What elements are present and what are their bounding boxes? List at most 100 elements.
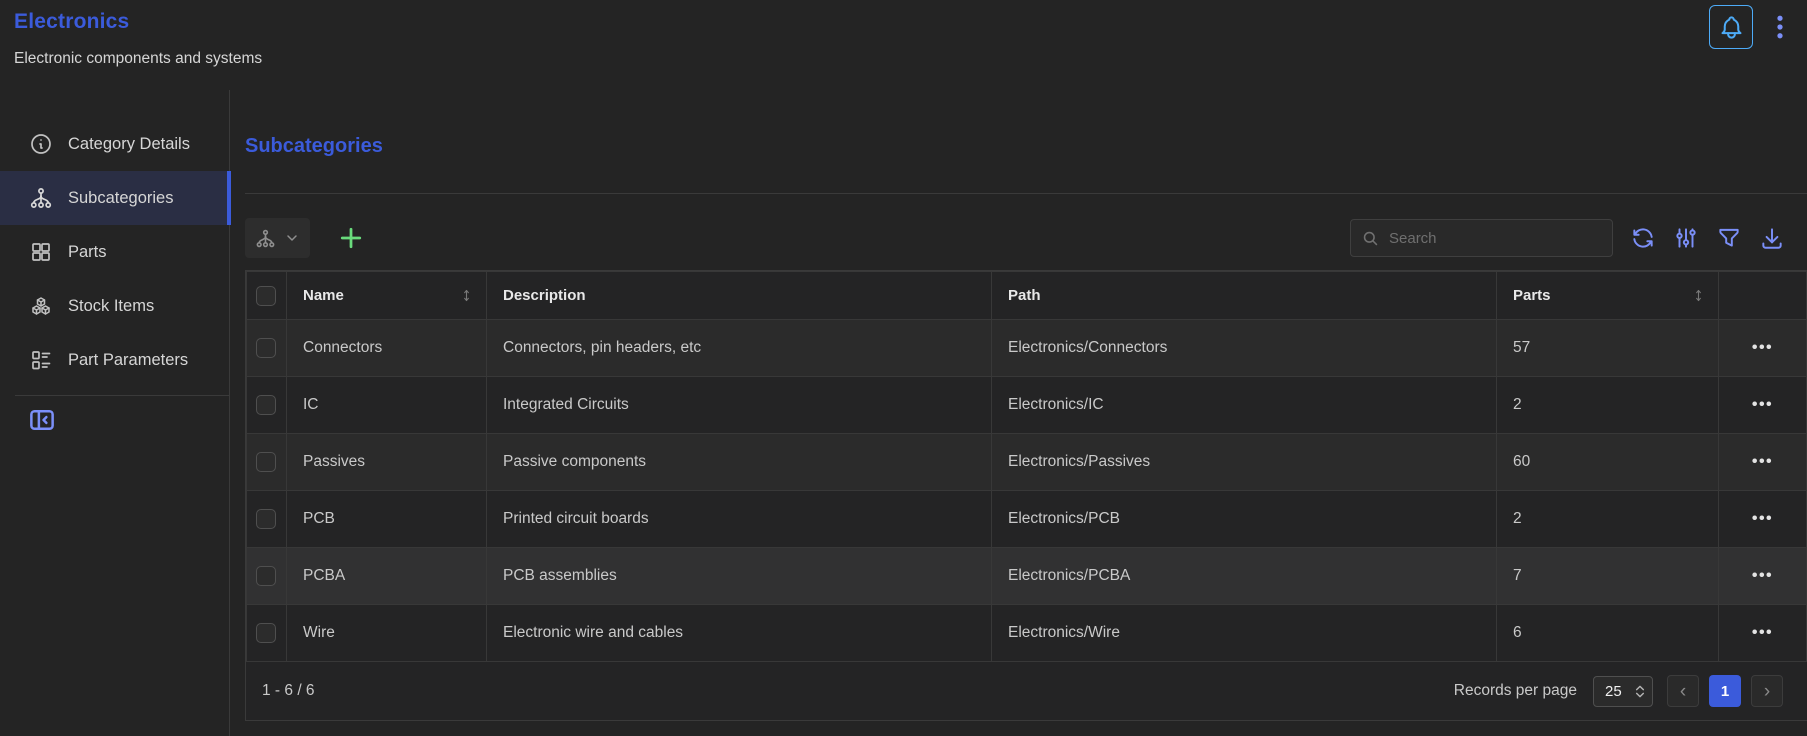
cell-parts: 6 <box>1497 605 1719 662</box>
download-icon <box>1759 225 1785 251</box>
sidebar-item-category-details[interactable]: Category Details <box>0 117 229 171</box>
cell-path: Electronics/Wire <box>992 605 1497 662</box>
cell-name: Wire <box>287 605 487 662</box>
previous-page-button[interactable]: ‹ <box>1667 675 1699 707</box>
cell-parts: 60 <box>1497 434 1719 491</box>
adjustments-icon <box>1673 225 1699 251</box>
subcategories-table: Name Description <box>245 270 1807 721</box>
column-header-name[interactable]: Name <box>287 272 487 320</box>
sidebar-item-parts[interactable]: Parts <box>0 225 229 279</box>
download-button[interactable] <box>1759 225 1785 251</box>
row-actions-button[interactable]: ••• <box>1752 339 1773 357</box>
cell-name: PCBA <box>287 548 487 605</box>
row-actions-button[interactable]: ••• <box>1752 396 1773 414</box>
table-row[interactable]: Passives Passive components Electronics/… <box>247 434 1807 491</box>
sort-selector-icon[interactable] <box>1691 288 1706 303</box>
sidebar-collapse-icon <box>27 405 57 435</box>
tree-view-dropdown-button[interactable] <box>245 218 310 258</box>
records-per-page-label: Records per page <box>1454 682 1577 700</box>
next-page-button[interactable]: › <box>1751 675 1783 707</box>
sidebar: Category Details Subcategories <box>0 90 230 736</box>
row-checkbox[interactable] <box>256 566 276 586</box>
list-details-icon <box>29 348 53 372</box>
app-window: Electronics Electronic components and sy… <box>0 0 1807 736</box>
sidebar-item-label: Stock Items <box>68 297 154 316</box>
grid-icon <box>29 240 53 264</box>
filter-button[interactable] <box>1716 225 1742 251</box>
sidebar-collapse-button[interactable] <box>25 403 59 437</box>
table-settings-button[interactable] <box>1673 225 1699 251</box>
main-panel: Subcategories <box>230 90 1807 736</box>
panel-divider <box>245 193 1807 194</box>
row-actions-button[interactable]: ••• <box>1752 510 1773 528</box>
cell-parts: 7 <box>1497 548 1719 605</box>
sidebar-item-stock-items[interactable]: Stock Items <box>0 279 229 333</box>
table-row[interactable]: IC Integrated Circuits Electronics/IC 2 … <box>247 377 1807 434</box>
row-actions-button[interactable]: ••• <box>1752 567 1773 585</box>
row-actions-button[interactable]: ••• <box>1752 624 1773 642</box>
chevron-right-icon: › <box>1764 682 1770 701</box>
filter-icon <box>1716 225 1742 251</box>
row-checkbox[interactable] <box>256 623 276 643</box>
search-input[interactable] <box>1389 230 1602 247</box>
pagination: ‹ 1 › <box>1667 675 1783 707</box>
header-actions <box>1709 5 1795 49</box>
cell-path: Electronics/IC <box>992 377 1497 434</box>
sidebar-divider <box>15 395 229 396</box>
row-checkbox[interactable] <box>256 452 276 472</box>
add-subcategory-button[interactable] <box>336 223 366 253</box>
plus-icon <box>336 223 366 253</box>
sidebar-item-label: Parts <box>68 243 107 262</box>
cell-parts: 2 <box>1497 377 1719 434</box>
table-row[interactable]: PCB Printed circuit boards Electronics/P… <box>247 491 1807 548</box>
column-header-parts[interactable]: Parts <box>1497 272 1719 320</box>
page-subtitle: Electronic components and systems <box>14 50 1793 68</box>
sidebar-item-subcategories[interactable]: Subcategories <box>0 171 229 225</box>
overflow-menu-button[interactable] <box>1765 12 1795 42</box>
sitemap-icon <box>29 186 53 210</box>
cell-path: Electronics/PCB <box>992 491 1497 548</box>
row-checkbox[interactable] <box>256 395 276 415</box>
records-per-page-select[interactable]: 25 <box>1593 676 1653 707</box>
select-all-checkbox[interactable] <box>256 286 276 306</box>
page-title: Electronics <box>14 10 1793 34</box>
search-box <box>1350 219 1613 257</box>
column-header-description[interactable]: Description <box>487 272 992 320</box>
cell-name: Passives <box>287 434 487 491</box>
table-row[interactable]: PCBA PCB assemblies Electronics/PCBA 7 •… <box>247 548 1807 605</box>
column-header-path[interactable]: Path <box>992 272 1497 320</box>
row-checkbox[interactable] <box>256 338 276 358</box>
refresh-button[interactable] <box>1630 225 1656 251</box>
info-circle-icon <box>29 132 53 156</box>
cell-description: Passive components <box>487 434 992 491</box>
notifications-button[interactable] <box>1709 5 1753 49</box>
table-toolbar <box>245 218 1807 258</box>
cell-parts: 2 <box>1497 491 1719 548</box>
table-header-row: Name Description <box>247 272 1807 320</box>
cell-description: PCB assemblies <box>487 548 992 605</box>
table-footer: 1 - 6 / 6 Records per page 25 <box>246 662 1807 720</box>
table-row[interactable]: Wire Electronic wire and cables Electron… <box>247 605 1807 662</box>
sidebar-item-label: Category Details <box>68 135 190 154</box>
sidebar-item-part-parameters[interactable]: Part Parameters <box>0 333 229 387</box>
cell-path: Electronics/PCBA <box>992 548 1497 605</box>
sidebar-item-label: Part Parameters <box>68 351 188 370</box>
cell-description: Integrated Circuits <box>487 377 992 434</box>
cell-description: Electronic wire and cables <box>487 605 992 662</box>
row-actions-button[interactable]: ••• <box>1752 453 1773 471</box>
sort-selector-icon[interactable] <box>459 288 474 303</box>
packages-icon <box>29 294 53 318</box>
cell-path: Electronics/Connectors <box>992 320 1497 377</box>
sitemap-small-icon <box>255 228 276 249</box>
row-checkbox[interactable] <box>256 509 276 529</box>
cell-path: Electronics/Passives <box>992 434 1497 491</box>
panel-title: Subcategories <box>245 135 1807 157</box>
sidebar-item-label: Subcategories <box>68 189 174 208</box>
chevron-down-icon <box>284 230 300 246</box>
search-icon <box>1361 229 1380 248</box>
page-1-button[interactable]: 1 <box>1709 675 1741 707</box>
table-row[interactable]: Connectors Connectors, pin headers, etc … <box>247 320 1807 377</box>
cell-name: IC <box>287 377 487 434</box>
column-header-actions <box>1719 272 1807 320</box>
refresh-icon <box>1630 225 1656 251</box>
